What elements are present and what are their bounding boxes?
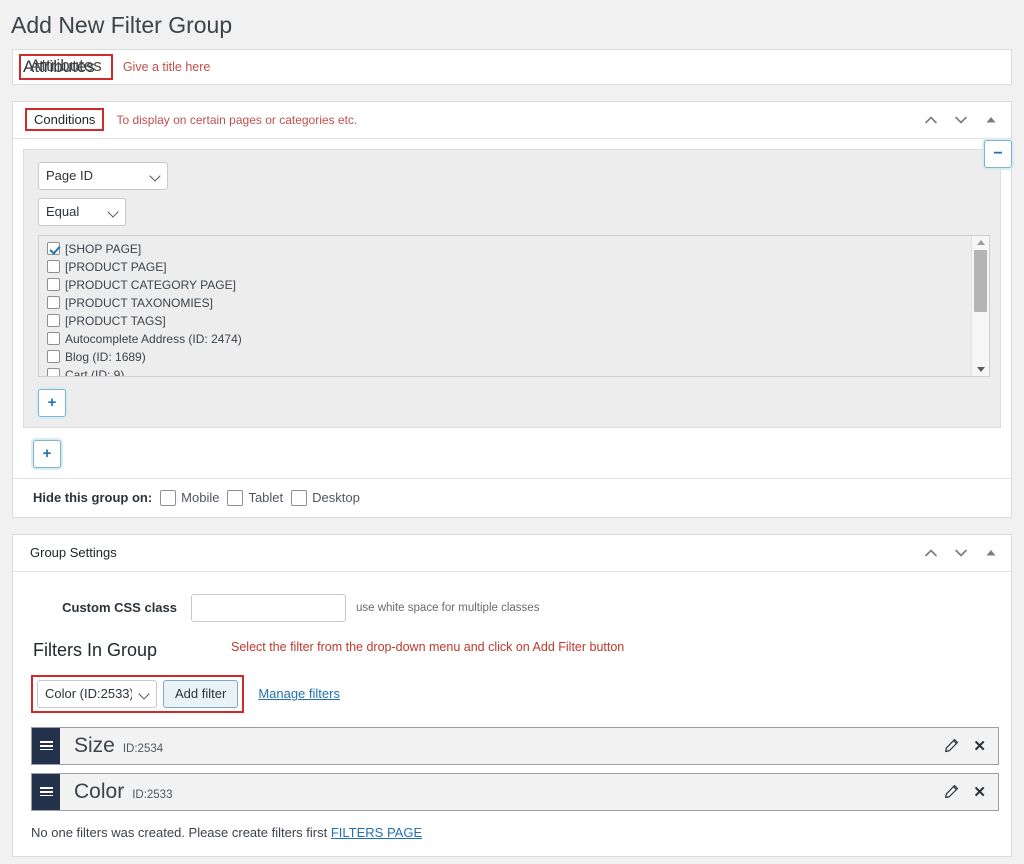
checklist-item[interactable]: [SHOP PAGE] (41, 240, 971, 258)
move-up-icon[interactable] (917, 106, 945, 134)
conditions-body: − Page ID Equal [SHOP PAGE] [PRODUCT PAG… (13, 139, 1012, 478)
checkbox-product-page[interactable] (47, 260, 60, 274)
custom-css-class-input[interactable] (191, 593, 346, 622)
drag-handle-icon[interactable] (32, 727, 60, 764)
checklist-item-label: [PRODUCT CATEGORY PAGE] (65, 277, 236, 292)
add-rule-wrapper: + (38, 388, 990, 417)
conditions-panel-header: Conditions To display on certain pages o… (13, 102, 1011, 139)
filters-page-link[interactable]: FILTERS PAGE (331, 825, 422, 840)
filter-item-name: Size (74, 734, 115, 758)
no-filters-text: No one filters was created. Please creat… (31, 824, 331, 840)
move-down-icon[interactable] (947, 539, 975, 567)
checkbox-cart[interactable] (47, 368, 60, 376)
custom-css-class-hint: use white space for multiple classes (356, 601, 540, 614)
filter-item-name: Color (74, 780, 125, 804)
move-down-icon[interactable] (947, 106, 975, 134)
checklist-item[interactable]: Autocomplete Address (ID: 2474) (41, 330, 971, 348)
condition-operator-select[interactable]: Equal (38, 197, 126, 226)
conditions-panel-title: Conditions (25, 108, 105, 132)
add-filter-button[interactable]: Add filter (163, 679, 239, 708)
edit-pencil-icon[interactable] (944, 784, 959, 799)
condition-operator-select-shell: Equal (38, 197, 126, 226)
checklist-item[interactable]: [PRODUCT CATEGORY PAGE] (41, 276, 971, 294)
checklist-item[interactable]: Cart (ID: 9) (41, 366, 971, 377)
delete-close-icon[interactable]: ✕ (973, 783, 986, 801)
checkbox-product-taxonomies[interactable] (47, 296, 60, 310)
hide-group-on-label: Hide this group on: (33, 490, 153, 506)
edit-pencil-icon[interactable] (944, 738, 959, 753)
hide-mobile-label: Mobile (181, 490, 220, 506)
checklist-item-label: Blog (ID: 1689) (65, 349, 146, 364)
checklist-item-label: Autocomplete Address (ID: 2474) (65, 331, 242, 346)
move-up-icon[interactable] (917, 539, 945, 567)
custom-css-class-label: Custom CSS class (62, 600, 177, 616)
add-condition-group-button[interactable]: + (33, 439, 61, 468)
condition-group: − Page ID Equal [SHOP PAGE] [PRODUCT PAG… (23, 139, 1012, 428)
checklist-item[interactable]: [PRODUCT PAGE] (41, 258, 971, 276)
group-settings-header: Group Settings (13, 535, 1011, 572)
page-title: Add New Filter Group (11, 12, 233, 38)
condition-field-select-shell: Page ID (38, 161, 168, 190)
scroll-down-arrow-icon[interactable] (976, 366, 985, 372)
filter-list-item[interactable]: Size ID:2534 ✕ (31, 726, 999, 765)
checklist-item[interactable]: Blog (ID: 1689) (41, 348, 971, 366)
condition-rule: Page ID Equal [SHOP PAGE] [PRODUCT PAGE]… (34, 160, 990, 377)
scroll-up-arrow-icon[interactable] (976, 239, 985, 245)
group-settings-title: Group Settings (30, 545, 117, 561)
add-group-wrapper: + (33, 439, 1001, 468)
conditions-panel: Conditions To display on certain pages o… (12, 100, 1012, 518)
custom-css-class-row: Custom CSS class use white space for mul… (13, 572, 1011, 638)
add-condition-rule-button[interactable]: + (38, 388, 66, 417)
checklist-scrollbar[interactable] (971, 235, 989, 376)
remove-condition-group-button[interactable]: − (984, 139, 1012, 168)
checkbox-hide-mobile[interactable] (160, 489, 177, 506)
collapse-panel-icon[interactable] (977, 106, 1005, 134)
filter-select-shell: Color (ID:2533) (37, 679, 157, 708)
hide-desktop-label: Desktop (312, 490, 360, 506)
checkbox-hide-tablet[interactable] (227, 489, 244, 506)
checklist-item-label: [PRODUCT TAXONOMIES] (65, 295, 214, 310)
group-settings-body: Custom CSS class use white space for mul… (13, 572, 1011, 856)
title-field-wrapper: Attributes Give a title here (12, 48, 1012, 85)
checklist-item-label: Cart (ID: 9) (65, 367, 125, 377)
hide-group-on-row: Hide this group on: Mobile Tablet Deskto… (13, 477, 1011, 517)
scrollbar-thumb[interactable] (974, 249, 987, 312)
conditions-header-controls (917, 106, 1005, 134)
condition-values-checklist[interactable]: [SHOP PAGE] [PRODUCT PAGE] [PRODUCT CATE… (38, 234, 990, 377)
checklist-item-label: [PRODUCT TAGS] (65, 313, 166, 328)
checklist-items: [SHOP PAGE] [PRODUCT PAGE] [PRODUCT CATE… (39, 236, 971, 376)
conditions-panel-hint: To display on certain pages or categorie… (116, 112, 358, 127)
checkbox-shop-page[interactable] (47, 242, 60, 256)
collapse-panel-icon[interactable] (977, 539, 1005, 567)
add-filter-row: Select the filter from the drop-down men… (13, 640, 1011, 713)
filter-select[interactable]: Color (ID:2533) (37, 679, 157, 708)
checkbox-autocomplete-address[interactable] (47, 332, 60, 346)
checkbox-blog[interactable] (47, 350, 60, 364)
no-filters-note: No one filters was created. Please creat… (13, 819, 1011, 856)
checklist-item-label: [PRODUCT PAGE] (65, 259, 167, 274)
checklist-item[interactable]: [PRODUCT TAXONOMIES] (41, 294, 971, 312)
add-filter-instruction: Select the filter from the drop-down men… (231, 639, 625, 654)
checkbox-product-tags[interactable] (47, 314, 60, 328)
delete-close-icon[interactable]: ✕ (973, 737, 986, 755)
drag-handle-icon[interactable] (32, 773, 60, 810)
filter-item-id: ID:2533 (132, 788, 173, 801)
checkbox-hide-desktop[interactable] (291, 489, 308, 506)
manage-filters-link[interactable]: Manage filters (258, 686, 340, 701)
filter-item-actions: ✕ (944, 737, 998, 755)
hide-tablet-label: Tablet (248, 490, 284, 506)
checklist-item[interactable]: [PRODUCT TAGS] (41, 312, 971, 330)
group-title-input[interactable] (12, 48, 1012, 85)
filter-item-id: ID:2534 (122, 742, 164, 755)
checklist-item-label: [SHOP PAGE] (65, 241, 142, 256)
group-settings-header-controls (917, 539, 1005, 567)
filter-item-actions: ✕ (944, 783, 998, 801)
filter-list: Size ID:2534 ✕ Color ID:2533 ✕ (31, 726, 999, 811)
group-settings-panel: Group Settings Custom CSS class use whit… (12, 533, 1012, 857)
filter-list-item[interactable]: Color ID:2533 ✕ (31, 772, 999, 811)
checkbox-product-category-page[interactable] (47, 278, 60, 292)
add-filter-highlight-box: Color (ID:2533) Add filter (31, 674, 245, 713)
condition-field-select[interactable]: Page ID (38, 161, 168, 190)
